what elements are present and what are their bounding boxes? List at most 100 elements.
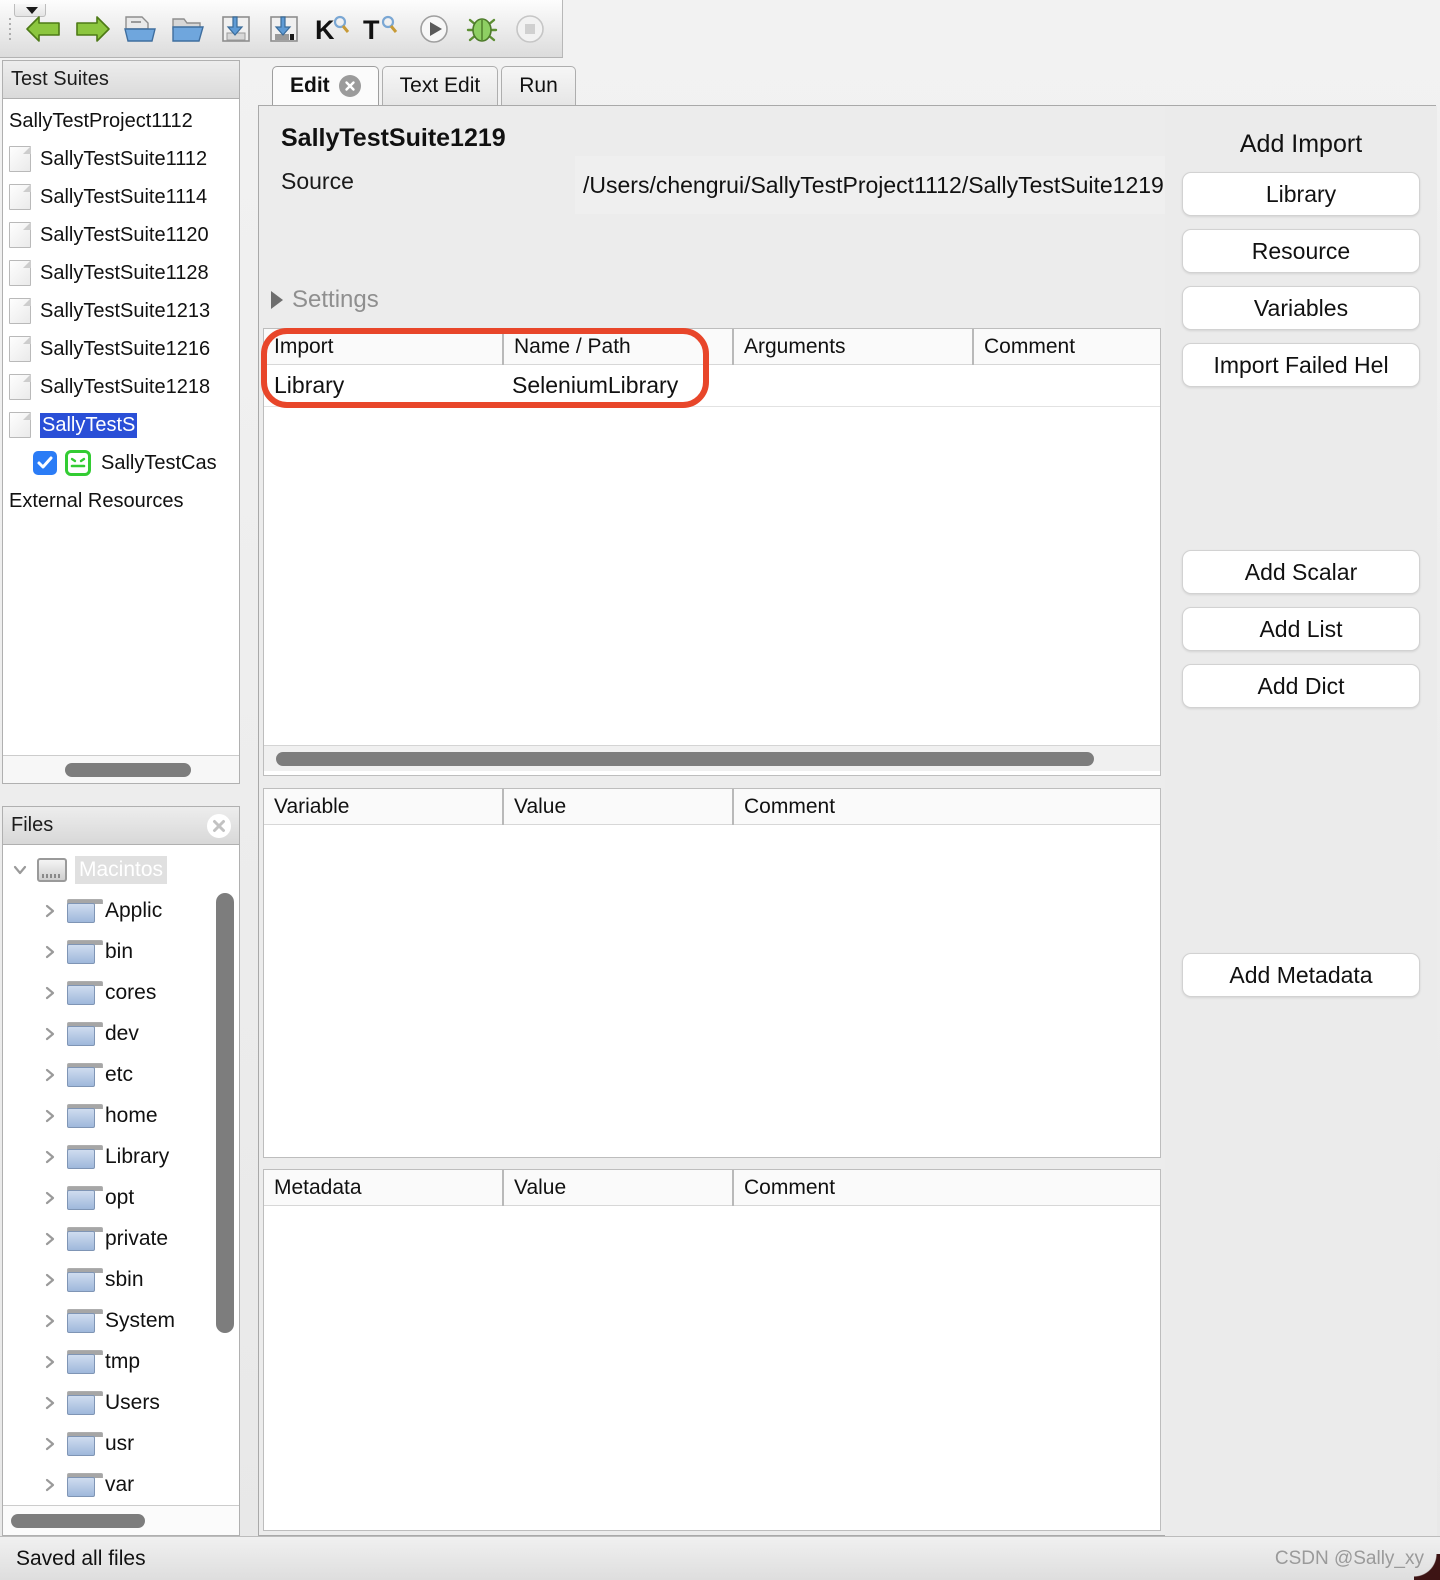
files-scroll-thumb[interactable]: [216, 893, 234, 1333]
column-header-variable[interactable]: Variable: [264, 789, 502, 825]
import-table[interactable]: Import Name / Path Arguments Comment Lib…: [263, 328, 1161, 776]
file-tree-item-usr[interactable]: usr: [3, 1423, 239, 1464]
chevron-right-icon[interactable]: [33, 1353, 67, 1371]
chevron-right-icon[interactable]: [33, 902, 67, 920]
chevron-down-icon[interactable]: [3, 861, 37, 879]
cell-import-type[interactable]: Library: [264, 365, 502, 407]
files-hscroll-thumb[interactable]: [11, 1513, 145, 1528]
chevron-right-icon[interactable]: [33, 1148, 67, 1166]
files-vertical-scrollbar[interactable]: [214, 853, 236, 1505]
debug-icon[interactable]: [458, 0, 506, 58]
import-table-hscrollbar[interactable]: [264, 745, 1160, 771]
test-suites-tree[interactable]: SallyTestProject1112 SallyTestSuite1112 Sa…: [3, 99, 239, 755]
metadata-table[interactable]: Metadata Value Comment: [263, 1169, 1161, 1531]
column-header-name-path[interactable]: Name / Path: [502, 328, 732, 365]
new-file-icon[interactable]: [116, 0, 164, 58]
settings-section-toggle[interactable]: Settings: [271, 286, 379, 314]
tree-item-sallytestsuite1120[interactable]: SallyTestSuite1120: [3, 216, 239, 254]
chevron-right-icon[interactable]: [33, 1066, 67, 1084]
tree-item-sallytestcas[interactable]: SallyTestCas: [3, 444, 239, 482]
chevron-right-icon[interactable]: [33, 984, 67, 1002]
chevron-right-icon[interactable]: [33, 1230, 67, 1248]
tree-item-sallytestsuite1112[interactable]: SallyTestSuite1112: [3, 140, 239, 178]
file-tree-item-system[interactable]: System: [3, 1300, 239, 1341]
column-header-variable-comment[interactable]: Comment: [732, 788, 1160, 825]
add-resource-button[interactable]: Resource: [1182, 229, 1420, 273]
add-list-button[interactable]: Add List: [1182, 607, 1420, 651]
file-tree-item-macintos[interactable]: Macintos: [3, 849, 239, 890]
add-variables-button[interactable]: Variables: [1182, 286, 1420, 330]
add-dict-button[interactable]: Add Dict: [1182, 664, 1420, 708]
tree-item-external-resources[interactable]: External Resources: [3, 482, 239, 520]
chevron-right-icon[interactable]: [33, 1312, 67, 1330]
tab-edit[interactable]: Edit: [272, 66, 379, 105]
forward-icon[interactable]: [68, 0, 116, 58]
file-tree-item-cores[interactable]: cores: [3, 972, 239, 1013]
column-header-metadata[interactable]: Metadata: [264, 1170, 502, 1206]
save-icon[interactable]: [212, 0, 260, 58]
resize-corner[interactable]: [1414, 1554, 1440, 1580]
files-tree[interactable]: Macintos Applic bin cores dev etc home Library o…: [3, 845, 239, 1505]
file-tree-item-private[interactable]: private: [3, 1218, 239, 1259]
column-header-arguments[interactable]: Arguments: [732, 328, 972, 365]
back-icon[interactable]: [20, 0, 68, 58]
tree-item-sallytestsuite1128[interactable]: SallyTestSuite1128: [3, 254, 239, 292]
column-header-metadata-value[interactable]: Value: [502, 1169, 732, 1206]
cell-import-name[interactable]: SeleniumLibrary: [502, 365, 732, 407]
suites-horizontal-scrollbar[interactable]: [3, 755, 239, 783]
file-tree-item-sbin[interactable]: sbin: [3, 1259, 239, 1300]
column-header-variable-value[interactable]: Value: [502, 788, 732, 825]
add-library-button[interactable]: Library: [1182, 172, 1420, 216]
checkbox-checked[interactable]: [33, 451, 57, 475]
tree-item-sallytestsuite1218[interactable]: SallyTestSuite1218: [3, 368, 239, 406]
stop-icon[interactable]: [506, 0, 554, 58]
column-header-metadata-comment[interactable]: Comment: [732, 1169, 1160, 1206]
file-tree-item-applic[interactable]: Applic: [3, 890, 239, 931]
files-horizontal-scrollbar[interactable]: [3, 1505, 239, 1535]
file-tree-item-library[interactable]: Library: [3, 1136, 239, 1177]
file-tree-item-tmp[interactable]: tmp: [3, 1341, 239, 1382]
column-header-comment[interactable]: Comment: [972, 328, 1160, 365]
file-tree-item-opt[interactable]: opt: [3, 1177, 239, 1218]
open-folder-icon[interactable]: [164, 0, 212, 58]
chevron-right-icon[interactable]: [33, 1476, 67, 1494]
import-failed-help-button[interactable]: Import Failed Hel: [1182, 343, 1420, 387]
add-scalar-button[interactable]: Add Scalar: [1182, 550, 1420, 594]
chevron-right-icon[interactable]: [33, 1107, 67, 1125]
run-icon[interactable]: [410, 0, 458, 58]
chevron-right-icon[interactable]: [33, 1271, 67, 1289]
file-tree-item-dev[interactable]: dev: [3, 1013, 239, 1054]
file-tree-item-etc[interactable]: etc: [3, 1054, 239, 1095]
chevron-right-icon[interactable]: [33, 1025, 67, 1043]
tree-item-sallytestsuite1216[interactable]: SallyTestSuite1216: [3, 330, 239, 368]
cell-import-arguments[interactable]: [732, 365, 972, 407]
tree-item-sallytestproject1112[interactable]: SallyTestProject1112: [3, 102, 239, 140]
table-row[interactable]: Library SeleniumLibrary: [264, 365, 1160, 407]
import-table-empty-area[interactable]: [264, 407, 1160, 745]
tree-item-sallytests[interactable]: SallyTestS: [3, 406, 239, 444]
search-keyword-icon[interactable]: K: [308, 0, 356, 58]
column-header-import[interactable]: Import: [264, 329, 502, 365]
file-tree-item-users[interactable]: Users: [3, 1382, 239, 1423]
variable-table[interactable]: Variable Value Comment: [263, 788, 1161, 1158]
search-test-icon[interactable]: T: [356, 0, 404, 58]
editor-tabbar[interactable]: Edit Text Edit Run: [258, 60, 1436, 105]
tree-item-sallytestsuite1114[interactable]: SallyTestSuite1114: [3, 178, 239, 216]
chevron-right-icon[interactable]: [33, 1189, 67, 1207]
suites-scroll-thumb[interactable]: [65, 762, 191, 777]
file-tree-item-bin[interactable]: bin: [3, 931, 239, 972]
chevron-right-icon[interactable]: [33, 1394, 67, 1412]
file-tree-item-var[interactable]: var: [3, 1464, 239, 1505]
metadata-table-empty-area[interactable]: [264, 1206, 1160, 1530]
chevron-right-icon[interactable]: [33, 943, 67, 961]
cell-import-comment[interactable]: [972, 365, 1160, 407]
tree-item-sallytestsuite1213[interactable]: SallyTestSuite1213: [3, 292, 239, 330]
save-all-icon[interactable]: [260, 0, 308, 58]
file-tree-item-home[interactable]: home: [3, 1095, 239, 1136]
tab-close-icon[interactable]: [338, 75, 361, 97]
toolbar-drag-handle[interactable]: [0, 0, 46, 58]
add-metadata-button[interactable]: Add Metadata: [1182, 953, 1420, 997]
chevron-right-icon[interactable]: [33, 1435, 67, 1453]
import-table-scroll-thumb[interactable]: [276, 751, 1094, 766]
tab-text-edit[interactable]: Text Edit: [381, 66, 499, 105]
